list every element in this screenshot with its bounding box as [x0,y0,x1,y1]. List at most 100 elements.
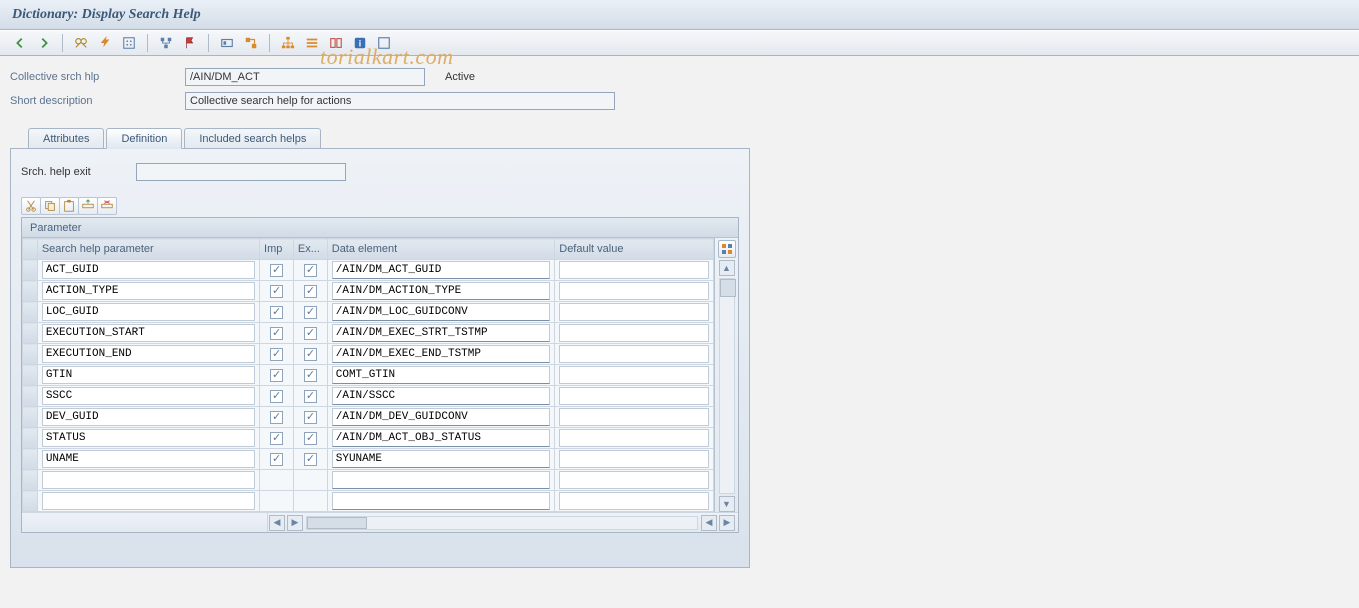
import-checkbox[interactable] [270,390,283,403]
navigate-button[interactable] [241,33,261,53]
default-value-field[interactable] [559,408,709,426]
table-settings-button[interactable] [718,240,736,258]
param-name-field[interactable] [42,345,255,363]
hscroll-thumb[interactable] [307,517,367,529]
where-used-button[interactable] [156,33,176,53]
data-element-field[interactable] [332,261,551,279]
row-handle[interactable] [23,449,38,470]
tab-definition[interactable]: Definition [106,128,182,149]
import-checkbox[interactable] [270,285,283,298]
forward-button[interactable] [34,33,54,53]
data-element-field[interactable] [332,324,551,342]
export-checkbox[interactable] [304,285,317,298]
param-name-field[interactable] [42,282,255,300]
tab-attributes[interactable]: Attributes [28,128,104,149]
default-value-field[interactable] [559,282,709,300]
data-element-field[interactable] [332,387,551,405]
export-checkbox[interactable] [304,264,317,277]
row-handle[interactable] [23,365,38,386]
data-element-field[interactable] [332,282,551,300]
data-element-field[interactable] [332,366,551,384]
flag-button[interactable] [180,33,200,53]
other-object-button[interactable] [217,33,237,53]
default-value-field[interactable] [559,261,709,279]
data-element-field[interactable] [332,492,551,510]
data-element-field[interactable] [332,303,551,321]
param-name-field[interactable] [42,408,255,426]
collective-srch-hlp-field[interactable] [185,68,425,86]
row-handle[interactable] [23,386,38,407]
import-checkbox[interactable] [270,348,283,361]
param-name-field[interactable] [42,366,255,384]
scroll-down-icon[interactable]: ▼ [719,496,735,512]
row-handle[interactable] [23,470,38,491]
default-value-field[interactable] [559,324,709,342]
export-checkbox[interactable] [304,411,317,424]
paste-icon[interactable] [59,197,79,215]
col-header-def[interactable]: Default value [555,239,714,260]
import-checkbox[interactable] [270,411,283,424]
default-value-field[interactable] [559,450,709,468]
import-checkbox[interactable] [270,432,283,445]
export-cell[interactable] [293,491,327,512]
default-value-field[interactable] [559,429,709,447]
default-value-field[interactable] [559,387,709,405]
export-cell[interactable] [293,470,327,491]
col-header-exp[interactable]: Ex... [293,239,327,260]
col-header-de[interactable]: Data element [327,239,555,260]
row-handle[interactable] [23,323,38,344]
srch-help-exit-field[interactable] [136,163,346,181]
export-checkbox[interactable] [304,327,317,340]
export-checkbox[interactable] [304,432,317,445]
export-checkbox[interactable] [304,348,317,361]
export-checkbox[interactable] [304,390,317,403]
row-handle[interactable] [23,407,38,428]
delete-row-icon[interactable] [97,197,117,215]
insert-row-icon[interactable] [78,197,98,215]
row-handle[interactable] [23,260,38,281]
check-button[interactable] [119,33,139,53]
import-cell[interactable] [260,470,294,491]
display-change-button[interactable] [71,33,91,53]
scroll-track[interactable] [719,278,735,494]
export-checkbox[interactable] [304,306,317,319]
short-desc-field[interactable] [185,92,615,110]
row-handle[interactable] [23,302,38,323]
default-value-field[interactable] [559,345,709,363]
table-vertical-scrollbar[interactable]: ▲ ▼ [714,238,738,512]
col-header-param[interactable]: Search help parameter [37,239,259,260]
import-checkbox[interactable] [270,327,283,340]
row-handle[interactable] [23,491,38,512]
data-element-field[interactable] [332,429,551,447]
cut-icon[interactable] [21,197,41,215]
data-element-field[interactable] [332,471,551,489]
default-value-field[interactable] [559,471,709,489]
import-checkbox[interactable] [270,453,283,466]
import-checkbox[interactable] [270,264,283,277]
scroll-left-icon[interactable]: ◀ [269,515,285,531]
row-handle[interactable] [23,428,38,449]
scroll-thumb[interactable] [720,279,736,297]
scroll-right2-icon[interactable]: ▶ [719,515,735,531]
param-name-field[interactable] [42,450,255,468]
data-element-field[interactable] [332,345,551,363]
param-name-field[interactable] [42,387,255,405]
param-name-field[interactable] [42,303,255,321]
param-name-field[interactable] [42,429,255,447]
param-name-field[interactable] [42,324,255,342]
hscroll-track[interactable] [306,516,698,530]
list-button[interactable] [302,33,322,53]
param-name-field[interactable] [42,492,255,510]
param-name-field[interactable] [42,261,255,279]
default-value-field[interactable] [559,366,709,384]
row-handle[interactable] [23,281,38,302]
row-handle-header[interactable] [23,239,38,260]
activate-button[interactable] [95,33,115,53]
data-element-field[interactable] [332,408,551,426]
back-button[interactable] [10,33,30,53]
scroll-right-icon[interactable]: ▶ [287,515,303,531]
scroll-left2-icon[interactable]: ◀ [701,515,717,531]
param-name-field[interactable] [42,471,255,489]
export-checkbox[interactable] [304,369,317,382]
table-horizontal-scrollbar[interactable]: ◀ ▶ ◀ ▶ [22,512,738,532]
